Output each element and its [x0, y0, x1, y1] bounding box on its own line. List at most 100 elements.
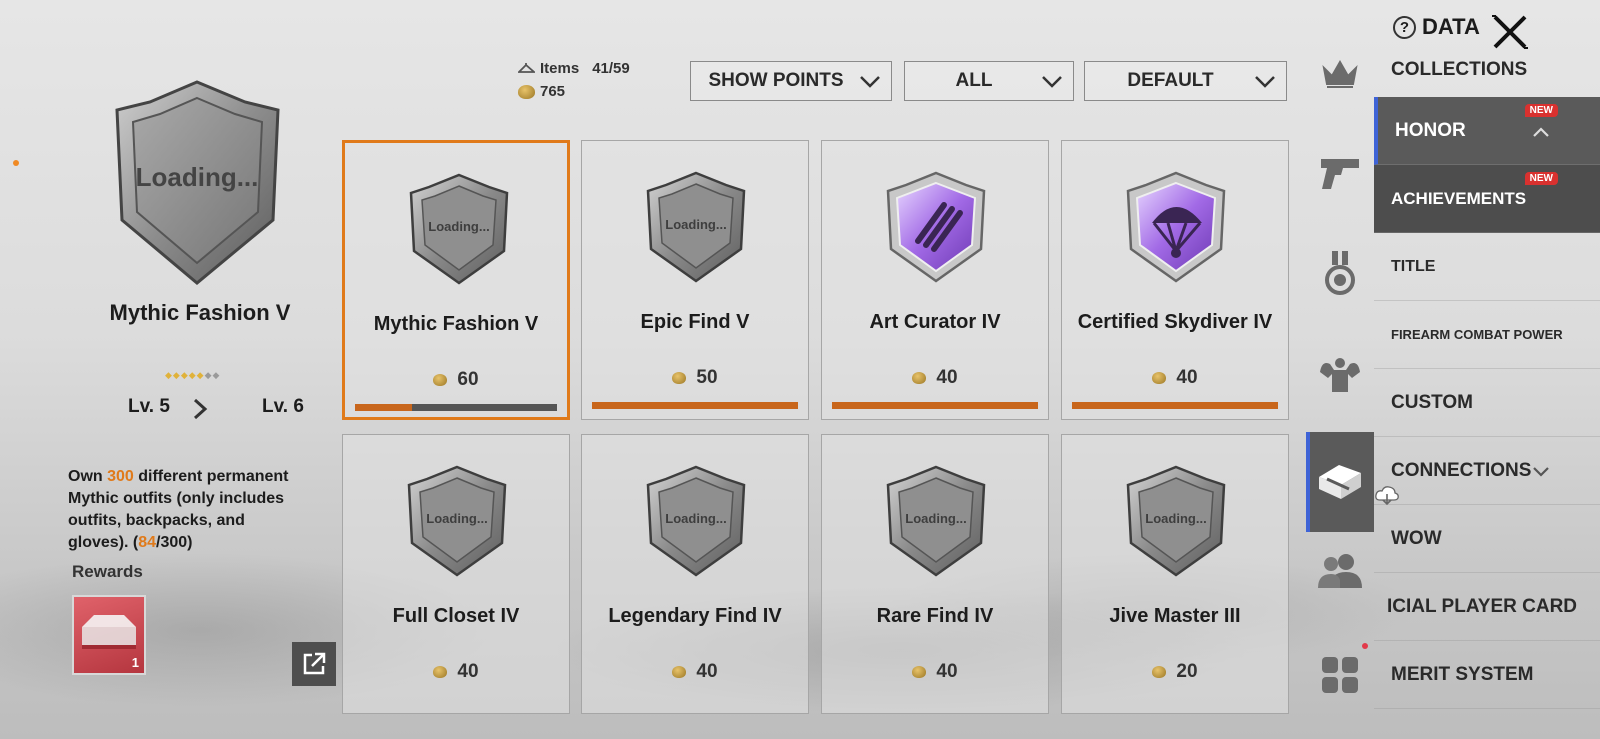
achievement-points: 40 — [582, 661, 808, 683]
badge-loading-text: Loading... — [1145, 511, 1206, 526]
menu-merit-system[interactable]: MERIT SYSTEM — [1374, 641, 1600, 709]
achievement-points: 50 — [582, 367, 808, 389]
progress-bar — [592, 402, 798, 409]
achievement-card[interactable]: Loading... Legendary Find IV 40 — [581, 434, 809, 714]
progress-bar — [832, 402, 1038, 409]
coin-icon — [672, 372, 687, 384]
points-total: 765 — [540, 83, 566, 100]
category-rail — [1306, 45, 1374, 739]
coin-icon — [912, 666, 927, 678]
coin-icon — [1152, 666, 1167, 678]
grid-apps-icon — [1322, 657, 1358, 693]
points-coin-icon — [518, 84, 535, 99]
achievement-card[interactable]: Loading... Full Closet IV 40 — [342, 434, 570, 714]
menu-achievements[interactable]: ACHIEVEMENTS NEW — [1374, 165, 1600, 233]
collection-chest-icon — [1319, 465, 1361, 499]
hanger-icon — [518, 63, 535, 73]
badge-loading-text: Loading... — [665, 511, 726, 526]
data-label: DATA — [1422, 14, 1480, 39]
loading-badge-icon: Loading... — [886, 465, 986, 577]
progress-fill — [1072, 402, 1278, 409]
coin-icon — [672, 666, 687, 678]
share-button[interactable] — [292, 642, 336, 686]
menu-connections[interactable]: CONNECTIONS — [1374, 437, 1600, 505]
chevron-down-icon — [1255, 76, 1275, 88]
achievement-card[interactable]: Loading... Rare Find IV 40 — [821, 434, 1049, 714]
achievement-title: Full Closet IV — [392, 605, 520, 627]
menu-firearm-combat-power[interactable]: FIREARM COMBAT POWER — [1374, 301, 1600, 369]
items-counter: Items 41/59 — [518, 60, 630, 77]
rail-weapon[interactable] — [1314, 147, 1366, 199]
level-arrow-icon — [193, 398, 208, 420]
loading-badge-icon: Loading... — [646, 171, 746, 283]
achievement-points: 40 — [343, 661, 569, 683]
sort-dropdown[interactable]: DEFAULT — [1084, 61, 1287, 101]
menu-player-card[interactable]: ICIAL PLAYER CARD — [1374, 573, 1600, 641]
show-points-dropdown[interactable]: SHOW POINTS — [690, 61, 892, 101]
selected-achievement-name: Mythic Fashion V — [109, 300, 291, 325]
achievement-points: 20 — [1062, 661, 1288, 683]
achievement-points: 40 — [822, 367, 1048, 389]
chevron-down-icon — [1042, 76, 1062, 88]
achievement-card[interactable]: Certified Skydiver IV 40 — [1061, 140, 1289, 420]
menu-wow[interactable]: WOW — [1374, 505, 1600, 573]
crown-icon — [1322, 59, 1358, 88]
category-dropdown[interactable]: ALL — [904, 61, 1074, 101]
data-button[interactable]: ? DATA — [1393, 14, 1480, 40]
rewards-label: Rewards — [72, 562, 143, 581]
items-label: Items — [540, 60, 580, 77]
coin-icon — [433, 374, 448, 386]
selected-badge-loading-text: Loading... — [136, 162, 259, 192]
achievement-card[interactable]: Art Curator IV 40 — [821, 140, 1049, 420]
achievement-card[interactable]: Loading... Epic Find V 50 — [581, 140, 809, 420]
reward-item[interactable]: 1 — [72, 595, 146, 675]
close-icon[interactable] — [1490, 12, 1530, 52]
achievement-description: Own 300 different permanent Mythic outfi… — [68, 468, 289, 551]
external-link-icon — [303, 652, 326, 675]
rail-friends[interactable] — [1314, 545, 1366, 597]
loading-badge-icon: Loading... — [646, 465, 746, 577]
achievement-title: Art Curator IV — [869, 311, 1001, 333]
progress-fill — [355, 404, 412, 411]
reward-count: 1 — [131, 655, 139, 670]
achievement-title: Mythic Fashion V — [373, 313, 539, 335]
claw-marks-badge-icon — [886, 171, 986, 283]
achievement-title: Rare Find IV — [876, 605, 994, 627]
progress-fill — [832, 402, 1038, 409]
rail-medal[interactable] — [1314, 247, 1366, 299]
menu-custom[interactable]: CUSTOM — [1374, 369, 1600, 437]
menu-honor[interactable]: HONOR NEW — [1374, 97, 1600, 165]
muscle-icon — [1320, 358, 1360, 392]
menu-collections[interactable]: COLLECTIONS — [1374, 35, 1600, 75]
show-points-value: SHOW POINTS — [708, 70, 844, 91]
rail-more[interactable] — [1314, 649, 1366, 701]
achievement-title: Epic Find V — [640, 311, 750, 333]
achievement-card[interactable]: Loading... Jive Master III 20 — [1061, 434, 1289, 714]
rail-physique[interactable] — [1314, 348, 1366, 400]
badge-loading-text: Loading... — [426, 511, 487, 526]
loading-badge-icon: Loading... — [407, 465, 507, 577]
achievement-title: Jive Master III — [1109, 605, 1241, 627]
coin-icon — [433, 666, 448, 678]
cloud-download-icon[interactable] — [1374, 484, 1400, 506]
loading-badge-icon: Loading... — [409, 173, 509, 285]
category-value: ALL — [955, 70, 993, 91]
rail-collection[interactable] — [1314, 455, 1366, 507]
badge-loading-text: Loading... — [428, 219, 489, 234]
progress-bar — [1072, 402, 1278, 409]
coin-icon — [912, 372, 927, 384]
menu-title[interactable]: TITLE — [1374, 233, 1600, 301]
coin-icon — [1152, 372, 1167, 384]
level-stars: ◆◆◆◆◆◆◆ — [165, 370, 221, 380]
progress-bar — [355, 404, 557, 411]
progress-fill — [592, 402, 798, 409]
achievement-title: Certified Skydiver IV — [1077, 311, 1273, 333]
badge-loading-text: Loading... — [905, 511, 966, 526]
notification-dot — [1362, 643, 1368, 649]
rail-crown[interactable] — [1314, 49, 1366, 101]
menu-honor-label: HONOR — [1395, 119, 1466, 141]
badge-loading-text: Loading... — [665, 217, 726, 232]
achievement-card[interactable]: Loading... Mythic Fashion V 60 — [342, 140, 570, 420]
new-badge: NEW — [1524, 104, 1558, 117]
indicator-dot — [13, 160, 19, 166]
